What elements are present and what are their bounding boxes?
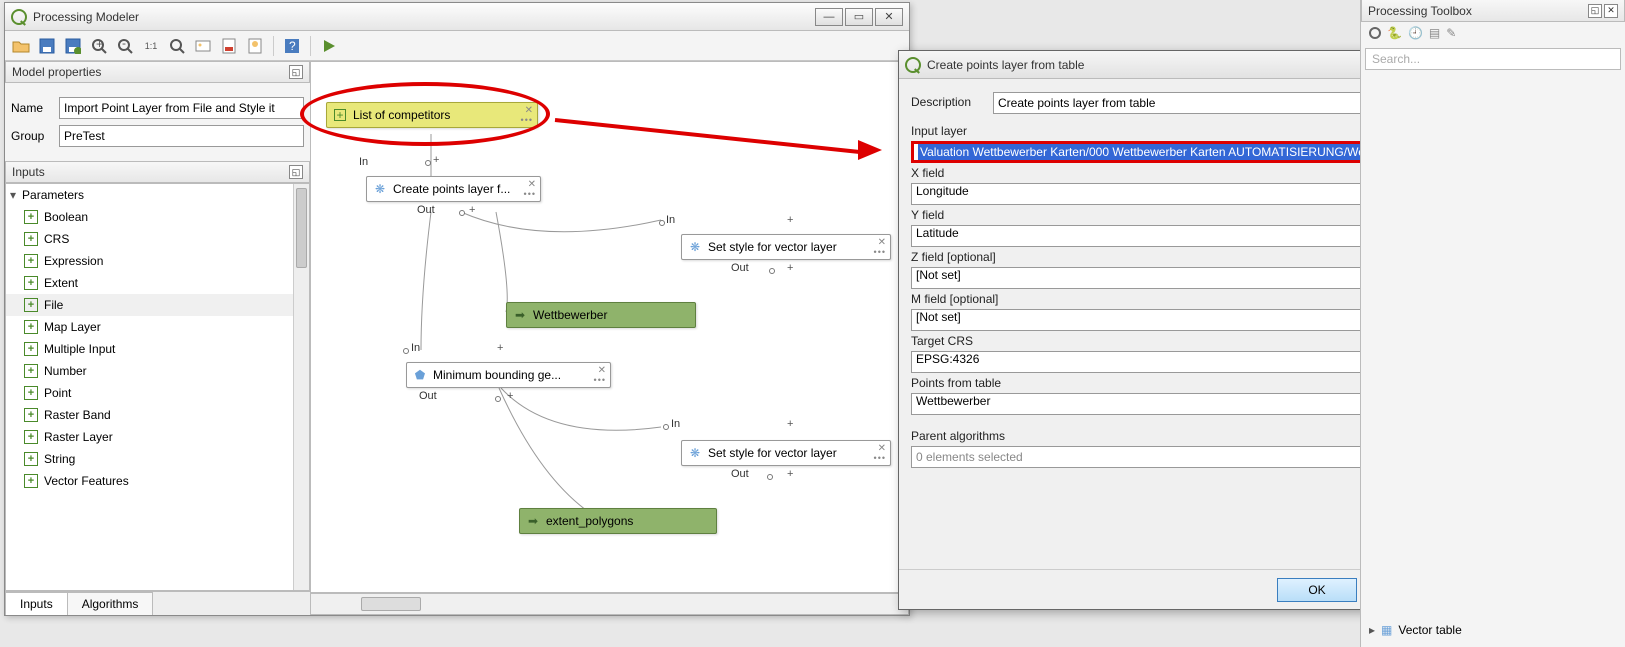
undock-icon[interactable]: ◱ bbox=[289, 65, 303, 79]
port-in-label: In bbox=[359, 156, 368, 168]
model-name-input[interactable] bbox=[59, 97, 304, 119]
open-icon[interactable] bbox=[9, 34, 33, 58]
inputs-tree[interactable]: ▾Parameters +Boolean +CRS +Expression +E… bbox=[5, 183, 310, 591]
node-create-points[interactable]: ❋ Create points layer f... ✕••• bbox=[366, 176, 541, 202]
tree-scrollbar[interactable] bbox=[293, 184, 309, 590]
export-python-icon[interactable] bbox=[243, 34, 267, 58]
group-label: Group bbox=[11, 129, 59, 143]
minimize-button[interactable]: — bbox=[815, 8, 843, 26]
gear-icon: ❋ bbox=[373, 182, 387, 196]
zoom-out-icon[interactable]: - bbox=[113, 34, 137, 58]
zoom-11-icon[interactable]: 1:1 bbox=[139, 34, 163, 58]
node-min-bounding[interactable]: ⬟ Minimum bounding ge... ✕••• bbox=[406, 362, 611, 388]
arrow-right-icon: ➡ bbox=[513, 308, 527, 322]
node-list-of-competitors[interactable]: + List of competitors ✕••• bbox=[326, 102, 538, 128]
svg-text:?: ? bbox=[289, 39, 296, 53]
param-expression[interactable]: +Expression bbox=[6, 250, 309, 272]
save-icon[interactable] bbox=[35, 34, 59, 58]
svg-text:+: + bbox=[96, 38, 103, 51]
toolbox-toolbar: 🐍 🕘 ▤ ✎ bbox=[1361, 22, 1625, 44]
name-label: Name bbox=[11, 101, 59, 115]
export-image-icon[interactable] bbox=[191, 34, 215, 58]
plus-icon: + bbox=[333, 108, 347, 122]
param-raster-layer[interactable]: +Raster Layer bbox=[6, 426, 309, 448]
ok-button[interactable]: OK bbox=[1277, 578, 1357, 602]
undock-icon[interactable]: ◱ bbox=[1588, 4, 1602, 18]
zoom-fit-icon[interactable] bbox=[165, 34, 189, 58]
edit-icon[interactable]: ✎ bbox=[1446, 26, 1456, 40]
param-number[interactable]: +Number bbox=[6, 360, 309, 382]
param-boolean[interactable]: +Boolean bbox=[6, 206, 309, 228]
toolbox-item-vector-table[interactable]: ▸ ▦ Vector table bbox=[1369, 623, 1462, 637]
param-file[interactable]: +File bbox=[6, 294, 309, 316]
node-wettbewerber[interactable]: ➡ Wettbewerber bbox=[506, 302, 696, 328]
modeler-titlebar[interactable]: Processing Modeler — ▭ ✕ bbox=[5, 3, 909, 31]
arrow-right-icon: ➡ bbox=[526, 514, 540, 528]
modeler-title: Processing Modeler bbox=[33, 10, 815, 24]
panel-close-icon[interactable]: ✕ bbox=[1604, 4, 1618, 18]
modeler-toolbar: + - 1:1 ? bbox=[5, 31, 909, 61]
svg-text:-: - bbox=[122, 38, 126, 50]
vector-table-icon: ▦ bbox=[1381, 623, 1392, 637]
qgis-icon bbox=[11, 9, 27, 25]
param-multiple-input[interactable]: +Multiple Input bbox=[6, 338, 309, 360]
polygon-icon: ⬟ bbox=[413, 368, 427, 382]
model-group-input[interactable] bbox=[59, 125, 304, 147]
param-map-layer[interactable]: +Map Layer bbox=[6, 316, 309, 338]
close-button[interactable]: ✕ bbox=[875, 8, 903, 26]
node-set-style-1[interactable]: ❋ Set style for vector layer ✕••• bbox=[681, 234, 891, 260]
toolbox-header[interactable]: Processing Toolbox ◱ ✕ bbox=[1361, 0, 1625, 22]
tab-algorithms[interactable]: Algorithms bbox=[67, 592, 154, 615]
canvas-h-scrollbar[interactable] bbox=[310, 593, 909, 615]
node-set-style-2[interactable]: ❋ Set style for vector layer ✕••• bbox=[681, 440, 891, 466]
param-vector-features[interactable]: +Vector Features bbox=[6, 470, 309, 492]
run-icon[interactable] bbox=[317, 34, 341, 58]
annotation-arrowhead bbox=[858, 140, 882, 160]
history-icon[interactable]: 🕘 bbox=[1408, 26, 1423, 40]
tab-inputs[interactable]: Inputs bbox=[5, 592, 68, 615]
results-icon[interactable]: ▤ bbox=[1429, 26, 1440, 40]
inputs-header[interactable]: Inputs ◱ bbox=[5, 161, 310, 183]
maximize-button[interactable]: ▭ bbox=[845, 8, 873, 26]
qgis-icon bbox=[905, 57, 921, 73]
param-string[interactable]: +String bbox=[6, 448, 309, 470]
gear-icon: ❋ bbox=[688, 240, 702, 254]
undock-icon[interactable]: ◱ bbox=[289, 165, 303, 179]
save-as-icon[interactable] bbox=[61, 34, 85, 58]
parameters-root[interactable]: ▾Parameters bbox=[6, 184, 309, 206]
param-point[interactable]: +Point bbox=[6, 382, 309, 404]
model-properties-header[interactable]: Model properties ◱ bbox=[5, 61, 310, 83]
param-extent[interactable]: +Extent bbox=[6, 272, 309, 294]
zoom-in-icon[interactable]: + bbox=[87, 34, 111, 58]
toolbox-search[interactable]: Search... bbox=[1365, 48, 1621, 70]
gear-icon[interactable] bbox=[1369, 27, 1381, 39]
description-label: Description bbox=[911, 95, 983, 109]
left-panel: Model properties ◱ Name Group Inputs ◱ ▾… bbox=[5, 61, 310, 615]
python-icon[interactable]: 🐍 bbox=[1387, 26, 1402, 40]
processing-toolbox-panel: Processing Toolbox ◱ ✕ 🐍 🕘 ▤ ✎ Search...… bbox=[1360, 0, 1625, 647]
param-raster-band[interactable]: +Raster Band bbox=[6, 404, 309, 426]
param-crs[interactable]: +CRS bbox=[6, 228, 309, 250]
help-icon[interactable]: ? bbox=[280, 34, 304, 58]
export-pdf-icon[interactable] bbox=[217, 34, 241, 58]
node-extent-polygons[interactable]: ➡ extent_polygons bbox=[519, 508, 717, 534]
gear-icon: ❋ bbox=[688, 446, 702, 460]
model-canvas[interactable]: + List of competitors ✕••• In + ❋ Create… bbox=[310, 61, 909, 593]
modeler-window: Processing Modeler — ▭ ✕ + - 1:1 ? Model… bbox=[4, 2, 910, 616]
